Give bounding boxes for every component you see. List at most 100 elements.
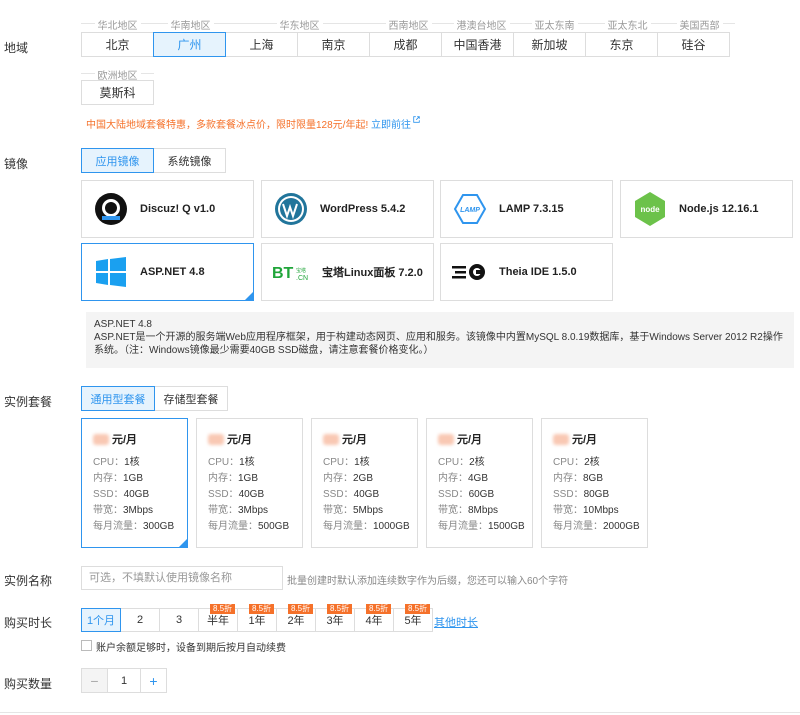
image-card-nodejs[interactable]: node Node.js 12.16.1 [620, 180, 793, 238]
discuz-icon [92, 190, 130, 228]
price-blurred [553, 433, 569, 445]
duration-label: 购买时长 [4, 616, 53, 630]
image-name: ASP.NET 4.8 [140, 266, 205, 278]
svg-text:宝塔: 宝塔 [296, 267, 306, 274]
nodejs-icon: node [631, 190, 669, 228]
region-nanjing[interactable]: 南京 [297, 32, 370, 57]
discount-badge: 8.5折 [366, 604, 392, 614]
plan-spec-traffic: 每月流量：500GB [208, 521, 290, 532]
plan-spec-bw: 带宽：10Mbps [553, 505, 619, 516]
duration-option[interactable]: 1个月 [81, 608, 121, 632]
description-title: ASP.NET 4.8 [94, 319, 152, 330]
auto-renew-label: 账户余额足够时，设备到期后按月自动续费 [96, 643, 286, 654]
bottom-divider [0, 712, 800, 713]
plan-price: 元/月 [553, 431, 647, 447]
image-card-theia[interactable]: Theia IDE 1.5.0 [440, 243, 613, 301]
duration-option[interactable]: 2 [120, 608, 160, 632]
svg-text:.CN: .CN [296, 275, 308, 282]
tab-app-image[interactable]: 应用镜像 [81, 148, 154, 173]
theia-icon [451, 253, 489, 291]
region-moscow[interactable]: 莫斯科 [81, 80, 154, 105]
region-hongkong[interactable]: 中国香港 [441, 32, 514, 57]
group-title-europe: 欧洲地区 [81, 67, 154, 82]
region-tokyo[interactable]: 东京 [585, 32, 658, 57]
region-guangzhou[interactable]: 广州 [153, 32, 226, 57]
price-unit: 元/月 [342, 434, 368, 446]
plan-card[interactable]: 元/月 CPU：2核 内存：4GB SSD：60GB 带宽：8Mbps 每月流量：1500… [426, 418, 533, 548]
discount-badge: 8.5折 [288, 604, 314, 614]
image-card-bt[interactable]: BT 宝塔 .CN 宝塔Linux面板 7.2.0 [261, 243, 434, 301]
group-title-ap-southeast: 亚太东南 [518, 17, 591, 32]
group-title-hk: 港澳台地区 [445, 17, 518, 32]
region-chengdu[interactable]: 成都 [369, 32, 442, 57]
bt-icon: BT 宝塔 .CN [272, 253, 316, 291]
plan-spec-mem: 内存：1GB [93, 473, 144, 484]
plan-spec-bw: 带宽：8Mbps [438, 505, 499, 516]
image-card-discuz[interactable]: Discuz! Q v1.0 [81, 180, 254, 238]
discount-badge: 8.5折 [327, 604, 353, 614]
price-blurred [438, 433, 454, 445]
region-promo: 中国大陆地域套餐特惠，多款套餐冰点价，限时限量128元/年起! 立即前往 [86, 116, 420, 131]
image-name: Discuz! Q v1.0 [140, 203, 216, 215]
group-title-ap-northeast: 亚太东北 [591, 17, 664, 32]
price-blurred [93, 433, 109, 445]
selected-corner [244, 291, 254, 301]
region-siliconvalley[interactable]: 硅谷 [657, 32, 730, 57]
description-text: ASP.NET是一个开源的服务端Web应用程序框架，用于构建动态网页、应用和服务… [94, 332, 783, 356]
windows-icon [92, 253, 130, 291]
price-unit: 元/月 [227, 434, 253, 446]
quantity-minus-button[interactable]: − [82, 669, 108, 692]
group-title-south: 华南地区 [154, 17, 227, 32]
image-label: 镜像 [4, 157, 29, 171]
image-tabs: 应用镜像 系统镜像 [81, 148, 226, 173]
tab-storage-plan[interactable]: 存储型套餐 [154, 386, 228, 411]
plan-card[interactable]: 元/月 CPU：2核 内存：8GB SSD：80GB 带宽：10Mbps 每月流量：200… [541, 418, 648, 548]
price-blurred [323, 433, 339, 445]
plan-spec-bw: 带宽：3Mbps [93, 505, 154, 516]
plan-card[interactable]: 元/月 CPU：1核 内存：1GB SSD：40GB 带宽：3Mbps 每月流量：300G… [81, 418, 188, 548]
plan-spec-mem: 内存：4GB [438, 473, 489, 484]
instance-name-hint: 批量创建时默认添加连续数字作为后缀，您还可以输入60个字符 [287, 576, 569, 587]
group-title-east: 华东地区 [227, 17, 372, 32]
region-label: 地域 [4, 41, 29, 55]
plan-card[interactable]: 元/月 CPU：1核 内存：1GB SSD：40GB 带宽：3Mbps 每月流量：500G… [196, 418, 303, 548]
region-singapore[interactable]: 新加坡 [513, 32, 586, 57]
image-card-lamp[interactable]: LAMP LAMP 7.3.15 [440, 180, 613, 238]
instance-name-input[interactable] [81, 566, 283, 590]
group-title-north: 华北地区 [81, 17, 154, 32]
image-card-aspnet[interactable]: ASP.NET 4.8 [81, 243, 254, 301]
tab-general-plan[interactable]: 通用型套餐 [81, 386, 155, 411]
quantity-plus-button[interactable]: + [140, 669, 166, 692]
plan-card[interactable]: 元/月 CPU：1核 内存：2GB SSD：40GB 带宽：5Mbps 每月流量：1000… [311, 418, 418, 548]
plan-spec-cpu: CPU：1核 [208, 457, 255, 468]
duration-option[interactable]: 3 [159, 608, 199, 632]
plan-spec-ssd: SSD：40GB [93, 489, 150, 500]
quantity-label: 购买数量 [4, 677, 53, 691]
quantity-value[interactable]: 1 [108, 669, 140, 692]
plan-spec-bw: 带宽：5Mbps [323, 505, 384, 516]
region-selector: 北京 广州 上海 南京 成都 中国香港 新加坡 东京 硅谷 [81, 32, 730, 57]
price-unit: 元/月 [457, 434, 483, 446]
svg-text:BT: BT [272, 265, 294, 282]
plan-spec-cpu: CPU：2核 [553, 457, 600, 468]
tab-system-image[interactable]: 系统镜像 [153, 148, 226, 173]
region-shanghai[interactable]: 上海 [225, 32, 298, 57]
image-card-wordpress[interactable]: WordPress 5.4.2 [261, 180, 434, 238]
price-unit: 元/月 [572, 434, 598, 446]
plan-price: 元/月 [208, 431, 302, 447]
region-beijing[interactable]: 北京 [81, 32, 154, 57]
more-duration-link[interactable]: 其他时长 [434, 614, 478, 630]
promo-link[interactable]: 立即前往 [371, 116, 420, 131]
plan-spec-mem: 内存：8GB [553, 473, 604, 484]
image-name: Theia IDE 1.5.0 [499, 266, 577, 278]
plan-spec-traffic: 每月流量：1500GB [438, 521, 525, 532]
svg-text:LAMP: LAMP [460, 207, 480, 214]
wordpress-icon [272, 190, 310, 228]
lamp-icon: LAMP [451, 190, 489, 228]
image-description: ASP.NET 4.8 ASP.NET是一个开源的服务端Web应用程序框架，用于… [86, 312, 794, 368]
plan-label: 实例套餐 [4, 395, 53, 409]
plan-spec-traffic: 每月流量：1000GB [323, 521, 410, 532]
plan-price: 元/月 [438, 431, 532, 447]
auto-renew-checkbox[interactable] [81, 640, 92, 651]
price-blurred [208, 433, 224, 445]
